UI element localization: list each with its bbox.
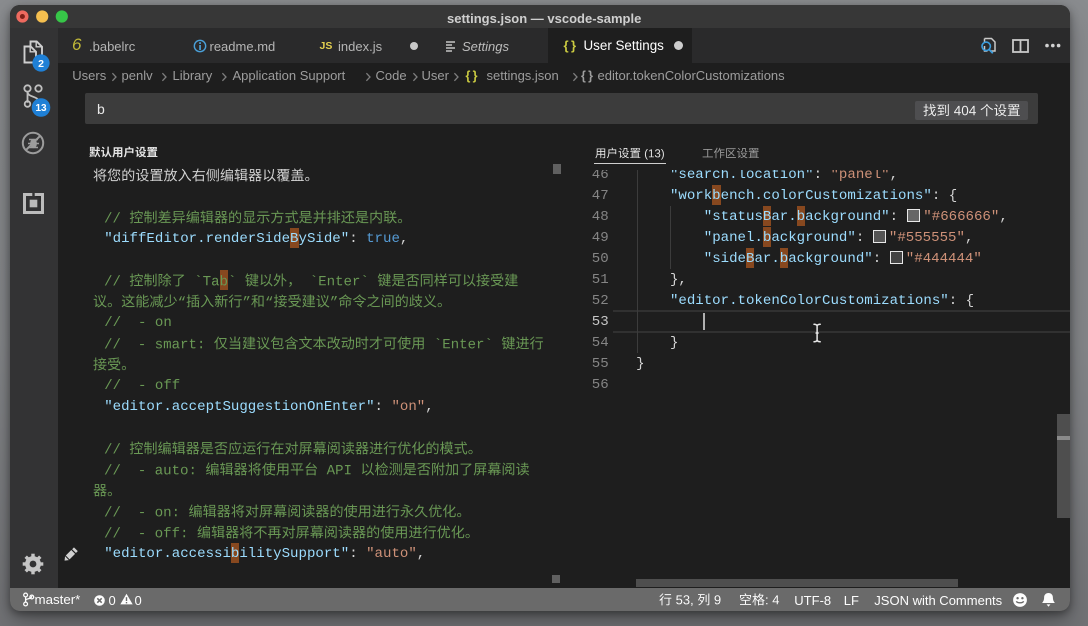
svg-text:13: 13 xyxy=(35,103,47,114)
svg-text:2: 2 xyxy=(38,58,44,70)
